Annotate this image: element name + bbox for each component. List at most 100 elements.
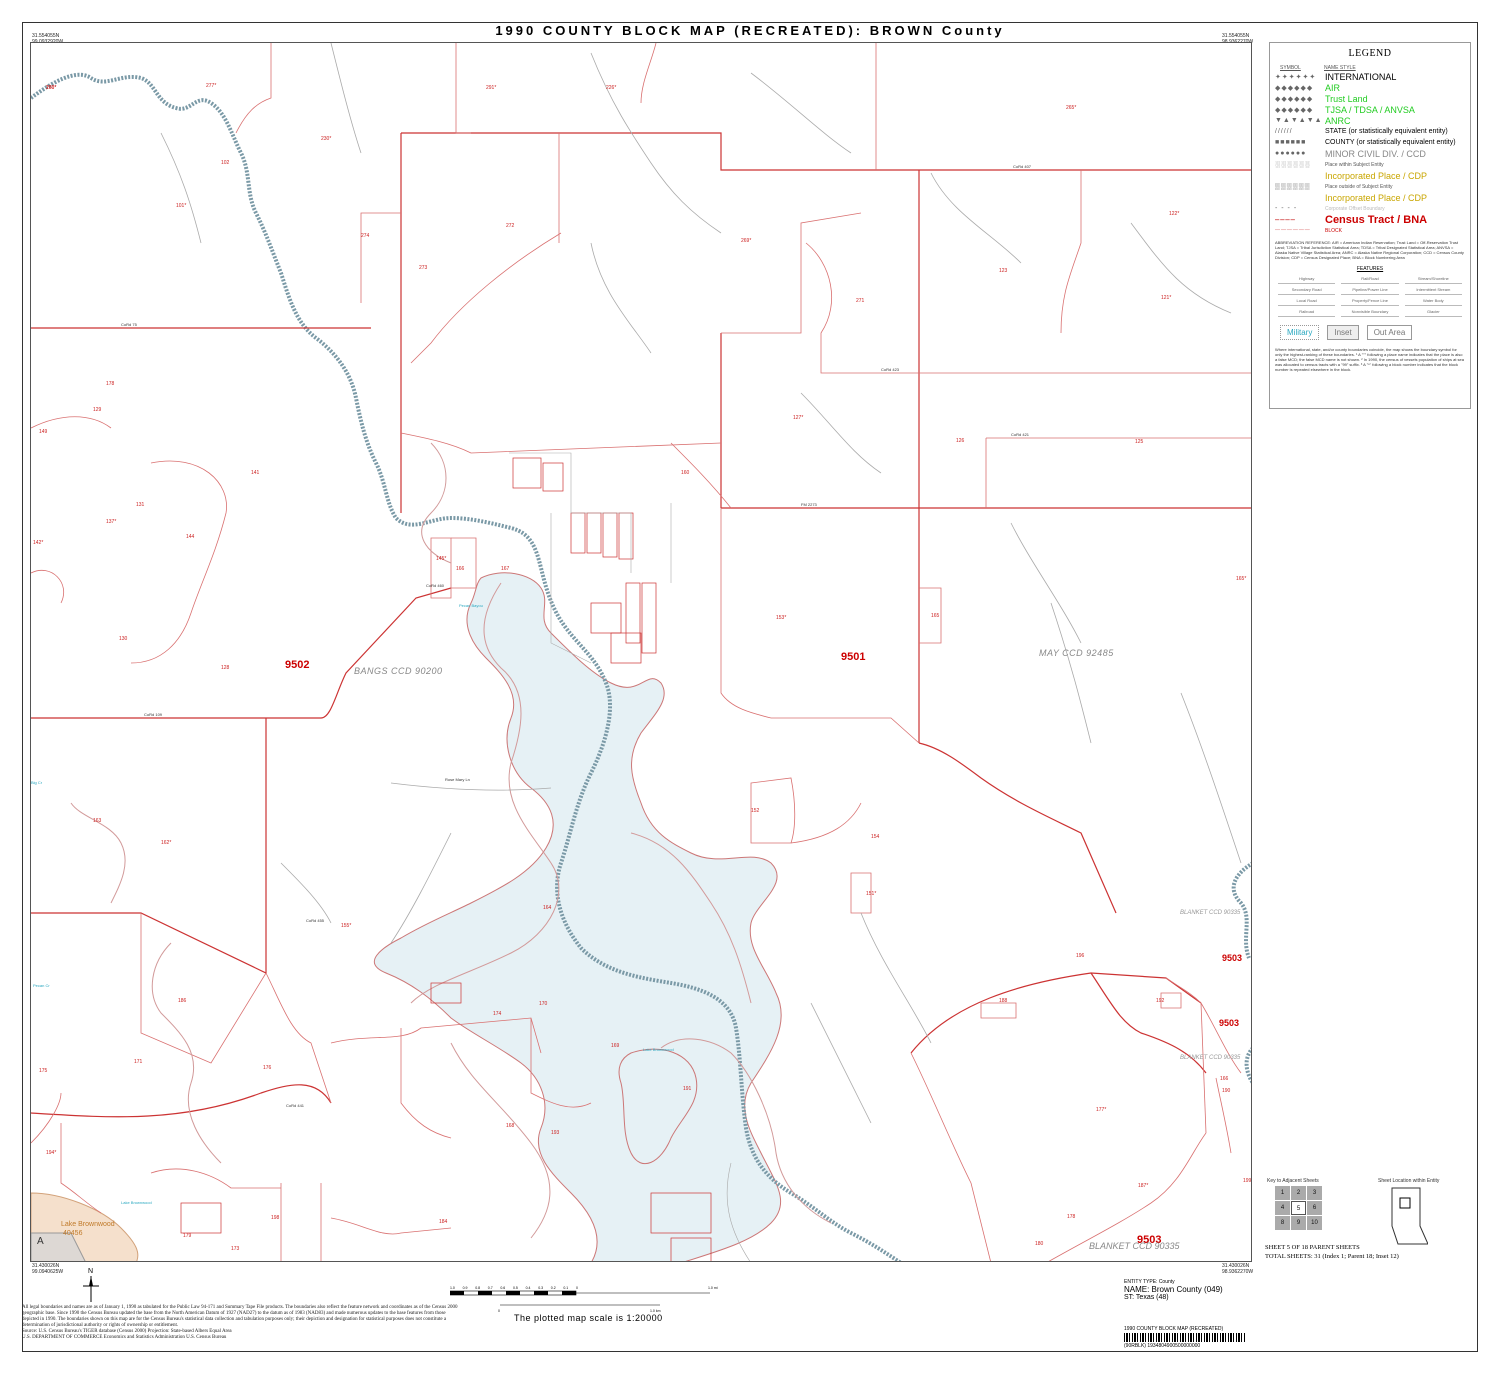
block-number: 102 (221, 160, 230, 166)
location-title: Sheet Location within Entity (1378, 1178, 1440, 1184)
block-number: 130 (119, 636, 128, 642)
out-area-box: Out Area (1366, 325, 1413, 340)
feature-item: Water Body (1404, 298, 1462, 306)
block-number: 230* (321, 136, 332, 142)
block-number: 101* (176, 203, 187, 209)
block-number: 273 (419, 265, 428, 271)
legend-label: COUNTY (or statistically equivalent enti… (1325, 139, 1456, 146)
agency-text: U.S. DEPARTMENT OF COMMERCE Economics an… (22, 1335, 227, 1340)
feature-item: Secondary Road (1278, 287, 1336, 295)
feature-item: Nonvisible Boundary (1341, 309, 1399, 317)
block-number: 165* (1236, 576, 1247, 582)
total-sheets: TOTAL SHEETS: 31 (Index 1; Parent 18; In… (1265, 1253, 1399, 1260)
adjacent-sheet-cell[interactable]: 8 (1275, 1216, 1290, 1230)
legend-symbol: ◆◆◆◆◆◆ (1275, 84, 1314, 92)
block-number: 149 (39, 429, 48, 435)
adjacent-sheet-cell[interactable]: 3 (1307, 1186, 1322, 1200)
block-number: 121* (1161, 295, 1172, 301)
legend-row: - - - - Corporate Offset Boundary (1270, 203, 1470, 214)
adjacent-sheet-cell[interactable]: 10 (1307, 1216, 1322, 1230)
legend-symbol: ◆◆◆◆◆◆ (1275, 95, 1314, 103)
legend-row: ━━━━ Census Tract / BNA (1270, 214, 1470, 226)
county-boundary-east-2 (1244, 1047, 1251, 1084)
block-number: 196 (1076, 953, 1085, 959)
legend-row: ◆◆◆◆◆◆ Trust Land (1270, 93, 1470, 104)
block-number: 271 (856, 298, 865, 304)
scale-tick-label: 1.0 mi (708, 1286, 718, 1290)
legend-symbol: ━━━━ (1275, 216, 1296, 224)
legend-symbol: ────── (1275, 227, 1311, 234)
adjacent-sheet-cell[interactable]: 5 (1291, 1201, 1306, 1215)
adjacent-sheet-grid[interactable]: 1 2 3 4 5 6 8 9 10 (1275, 1186, 1322, 1230)
legend-row: ────── BLOCK (1270, 225, 1470, 236)
sheet-number: SHEET 5 OF 18 PARENT SHEETS (1265, 1244, 1360, 1251)
corner-bottom-left: 31.430026N 99.0940625W (32, 1263, 64, 1275)
scale-tick-label: 0.7 (488, 1286, 493, 1290)
barcode-title: 1990 COUNTY BLOCK MAP (RECREATED) (1124, 1326, 1224, 1332)
scale-tick-label: 0 (576, 1286, 578, 1290)
adjacent-sheet-cell[interactable]: 1 (1275, 1186, 1290, 1200)
feature-item: Glacier (1404, 309, 1462, 317)
legend-row: ▼▲▼▲▼▲ ANRC (1270, 115, 1470, 126)
legend-rows: ✦✦✦✦✦✦ INTERNATIONAL ◆◆◆◆◆◆ AIR ◆◆◆◆◆◆ Trust … (1270, 71, 1470, 236)
water-label: Big Cr (31, 780, 43, 785)
legend-symbol: ▼▲▼▲▼▲ (1275, 117, 1323, 124)
legend-label: MINOR CIVIL DIV. / CCD (1325, 148, 1426, 159)
legend-label: Trust Land (1325, 93, 1368, 104)
block-number: 184 (439, 1219, 448, 1225)
block-number: 123 (999, 268, 1008, 274)
water-label: Lake Brownwood (121, 1200, 152, 1205)
legend-symbol: ■■■■■■ (1275, 139, 1307, 146)
road-label: CoRd 421 (1011, 432, 1030, 437)
feature-item: Local Road (1278, 298, 1336, 306)
block-number: 144 (186, 534, 195, 540)
block-number: 128 (221, 665, 230, 671)
adjacent-sheet-cell[interactable]: 2 (1291, 1186, 1306, 1200)
barcode-number: (90RBLK) 1934804900500000000 (1124, 1343, 1201, 1349)
legend-row: ////// STATE (or statistically equivalent… (1270, 126, 1470, 137)
block-number: 174 (493, 1011, 502, 1017)
tract-label: 9503 (1222, 953, 1243, 963)
legend-label: BLOCK (1325, 227, 1342, 234)
block-number: 175 (39, 1068, 48, 1074)
legend-row: ✦✦✦✦✦✦ INTERNATIONAL (1270, 71, 1470, 82)
block-number: 178 (1067, 1214, 1076, 1220)
north-arrow-icon: N (83, 1268, 99, 1302)
block-number: 165 (931, 613, 940, 619)
sheet-location-map (1391, 1187, 1428, 1245)
footnote-text: All legal boundaries and names are as of… (22, 1305, 458, 1328)
block-number: 154 (871, 834, 880, 840)
road-label: CoRd 407 (1013, 164, 1032, 169)
legend-symbol: ●●●●●● (1275, 150, 1307, 157)
block-number: 178 (106, 381, 115, 387)
block-number: 188 (999, 998, 1008, 1004)
legend-header-symbol: SYMBOL (1280, 65, 1301, 71)
legend-row: Incorporated Place / CDP (1270, 170, 1470, 181)
block-number: 160* (46, 85, 57, 91)
legend-panel: LEGEND SYMBOL NAME STYLE ✦✦✦✦✦✦ INTERNATI… (1269, 42, 1471, 409)
scale-tick-label: 0.2 (551, 1286, 556, 1290)
corner-bottom-right: 31.430026N 98.9362270W (1222, 1263, 1254, 1275)
block-number: 194* (46, 1150, 57, 1156)
ccd-label: MAY CCD 92485 (1039, 648, 1114, 658)
block-number: 142* (33, 540, 44, 546)
legend-label: Incorporated Place / CDP (1325, 170, 1428, 181)
scale-tick-label: 0.6 (500, 1286, 505, 1290)
block-number: 171 (134, 1059, 143, 1065)
adjacent-sheet-cell[interactable]: 6 (1307, 1201, 1322, 1215)
block-number: 180 (1035, 1241, 1044, 1247)
legend-label: STATE (or statistically equivalent entit… (1325, 128, 1448, 135)
adjacent-sheet-cell[interactable]: 9 (1291, 1216, 1306, 1230)
legend-row: ■■■■■■ COUNTY (or statistically equivalen… (1270, 137, 1470, 148)
block-number: 129 (93, 407, 102, 413)
block-number: 191 (683, 1086, 692, 1092)
legend-label: Place within Subject Entity (1325, 161, 1384, 168)
block-number: 192 (1156, 998, 1165, 1004)
ccd-label: BLANKET CCD 90335 (1180, 1055, 1241, 1061)
block-number: 269* (741, 238, 752, 244)
map-canvas[interactable]: 9502 9501 9503 9503 9503 BANGS CCD 90200… (30, 42, 1252, 1262)
adjacent-sheet-cell[interactable]: 4 (1275, 1201, 1290, 1215)
ccd-label: BLANKET CCD 90335 (1089, 1241, 1180, 1251)
scale-tick-label: 0.1 (563, 1286, 568, 1290)
feature-item: Pipeline/Power Line (1341, 287, 1399, 295)
